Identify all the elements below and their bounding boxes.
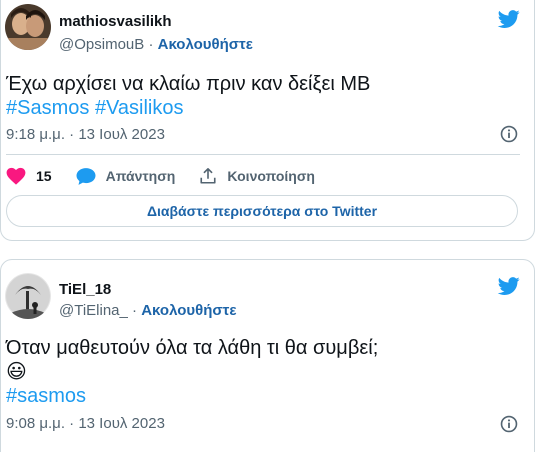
hashtags: #Sasmos #Vasilikos [6,96,370,120]
follow-button[interactable]: Ακολουθήστε [141,302,236,319]
avatar[interactable] [5,4,51,50]
tweet-card: TiEl_18 @TiElina_ · Ακολουθήστε Όταν μαθ… [0,259,535,452]
heart-icon [6,167,26,185]
handle-row: @OpsimouB · Ακολουθήστε [59,36,253,53]
handle[interactable]: @TiElina_ [59,302,128,319]
like-button[interactable]: 15 [6,167,52,185]
emoji: 😃 [6,361,27,383]
tweet-text: Όταν μαθευτούν όλα τα λάθη τι θα συμβεί;… [6,336,378,408]
action-bar: 15 Απάντηση Κοινοποίηση [6,164,339,188]
reply-button[interactable]: Απάντηση [76,167,176,186]
tweet-text-line: Έχω αρχίσει να κλαίω πριν καν δείξει MB [6,73,371,95]
time: 9:18 μ.μ. [6,126,65,143]
follow-button[interactable]: Ακολουθήστε [158,36,253,53]
separator: · [69,415,75,432]
date: 13 Ιουλ 2023 [78,126,165,143]
tweet-text: Έχω αρχίσει να κλαίω πριν καν δείξει MB … [6,72,370,120]
info-icon[interactable] [500,415,518,433]
info-icon[interactable] [500,125,518,143]
separator: · [132,302,138,319]
like-count: 15 [36,168,52,184]
separator: · [148,36,154,53]
timestamp[interactable]: 9:08 μ.μ. · 13 Ιουλ 2023 [6,415,165,432]
share-button[interactable]: Κοινοποίηση [199,167,315,185]
share-icon [200,167,216,184]
time: 9:08 μ.μ. [6,415,65,432]
hashtag-link[interactable]: #sasmos [6,385,86,407]
separator: · [69,126,75,143]
twitter-bird-icon[interactable] [497,8,521,30]
tweet-card: mathiosvasilikh @OpsimouB · Ακολουθήστε … [0,0,535,241]
tweet-text-line: Όταν μαθευτούν όλα τα λάθη τι θα συμβεί; [6,337,379,359]
share-label: Κοινοποίηση [227,168,315,184]
divider [6,154,520,155]
handle-row: @TiElina_ · Ακολουθήστε [59,302,236,319]
reply-label: Απάντηση [105,168,176,184]
date: 13 Ιουλ 2023 [78,415,165,432]
handle[interactable]: @OpsimouB [59,36,144,53]
timestamp[interactable]: 9:18 μ.μ. · 13 Ιουλ 2023 [6,126,165,143]
read-more-button[interactable]: Διαβάστε περισσότερα στο Twitter [6,195,518,227]
speech-bubble-icon [76,167,96,185]
twitter-bird-icon[interactable] [497,275,521,297]
display-name[interactable]: mathiosvasilikh [59,13,172,30]
hashtag-link[interactable]: #Sasmos [6,97,89,119]
display-name[interactable]: TiEl_18 [59,281,111,298]
hashtag-link[interactable]: #Vasilikos [95,97,184,119]
avatar[interactable] [5,273,51,319]
